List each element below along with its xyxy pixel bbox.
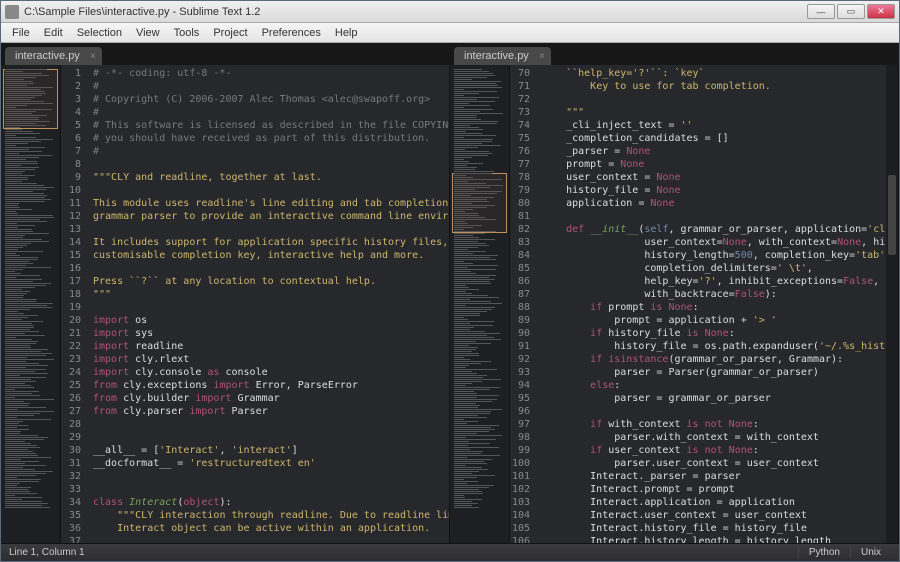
app-window: C:\Sample Files\interactive.py - Sublime…: [0, 0, 900, 562]
tab-bar-left: interactive.py ×: [1, 43, 450, 65]
minimize-button[interactable]: —: [807, 4, 835, 19]
line-numbers-left: 1234567891011121314151617181920212223242…: [61, 65, 87, 543]
close-icon[interactable]: ×: [90, 51, 96, 62]
editor-pane-left: 1234567891011121314151617181920212223242…: [1, 65, 450, 543]
tab-bar-right: interactive.py ×: [450, 43, 899, 65]
status-position: Line 1, Column 1: [9, 547, 85, 558]
code-area-right[interactable]: ``help_key='?'``: `key` Key to use for t…: [536, 65, 886, 543]
minimap-left[interactable]: [1, 65, 61, 543]
menu-help[interactable]: Help: [328, 24, 365, 42]
window-buttons: — ▭ ✕: [807, 4, 895, 19]
editor-pane-right: 7071727374757677787980818283848586878889…: [450, 65, 899, 543]
maximize-button[interactable]: ▭: [837, 4, 865, 19]
code-area-left[interactable]: # -*- coding: utf-8 -*-## Copyright (C) …: [87, 65, 449, 543]
status-syntax[interactable]: Python: [798, 547, 850, 558]
status-line-endings[interactable]: Unix: [850, 547, 891, 558]
tab-label: interactive.py: [464, 50, 529, 62]
tab-left[interactable]: interactive.py ×: [5, 47, 102, 65]
scrollbar-right[interactable]: [886, 65, 898, 543]
tab-bar: interactive.py × interactive.py ×: [1, 43, 899, 65]
close-icon[interactable]: ×: [539, 51, 545, 62]
window-title: C:\Sample Files\interactive.py - Sublime…: [24, 6, 807, 18]
tab-label: interactive.py: [15, 50, 80, 62]
scrollbar-thumb[interactable]: [888, 175, 896, 255]
app-icon: [5, 5, 19, 19]
titlebar[interactable]: C:\Sample Files\interactive.py - Sublime…: [1, 1, 899, 23]
tab-right[interactable]: interactive.py ×: [454, 47, 551, 65]
menu-file[interactable]: File: [5, 24, 37, 42]
menu-project[interactable]: Project: [206, 24, 254, 42]
statusbar: Line 1, Column 1 Python Unix: [1, 543, 899, 561]
menu-preferences[interactable]: Preferences: [255, 24, 328, 42]
editor-split: 1234567891011121314151617181920212223242…: [1, 65, 899, 543]
menu-selection[interactable]: Selection: [70, 24, 129, 42]
menu-edit[interactable]: Edit: [37, 24, 70, 42]
minimap-right[interactable]: [450, 65, 510, 543]
menubar: FileEditSelectionViewToolsProjectPrefere…: [1, 23, 899, 43]
close-button[interactable]: ✕: [867, 4, 895, 19]
menu-tools[interactable]: Tools: [167, 24, 207, 42]
menu-view[interactable]: View: [129, 24, 167, 42]
line-numbers-right: 7071727374757677787980818283848586878889…: [510, 65, 536, 543]
